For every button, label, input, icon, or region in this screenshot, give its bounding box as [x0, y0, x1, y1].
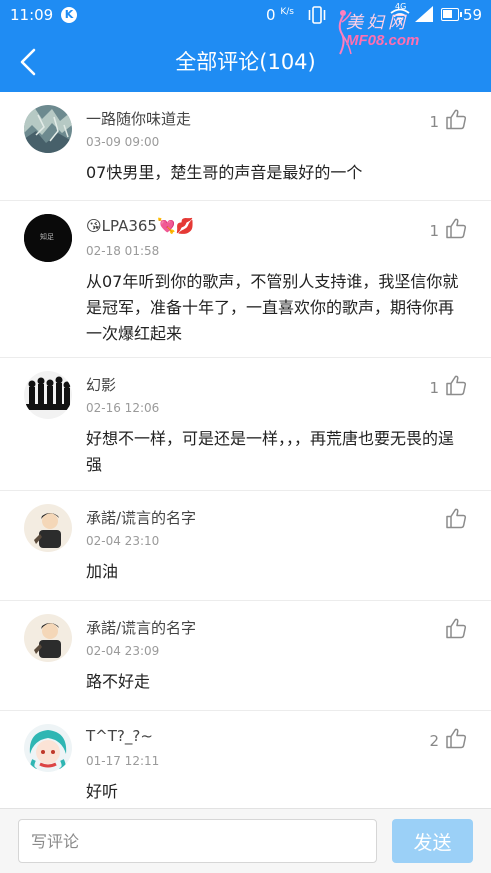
comment-time: 02-16 12:06: [86, 401, 160, 415]
watermark-cn: 美妇网: [346, 13, 409, 33]
textured-avatar-icon: [24, 105, 72, 153]
cartoon-person-avatar-icon: [24, 504, 72, 552]
username: 一路随你味道走: [86, 110, 192, 128]
comment-text: 好听: [86, 782, 119, 801]
net-speed: 0 K/s: [266, 6, 294, 24]
user-avatar[interactable]: [24, 105, 72, 153]
vibrate-icon: [308, 6, 326, 24]
comment-compose-bar: 发送: [0, 808, 491, 873]
thumbs-up-icon: [446, 109, 467, 130]
like-button[interactable]: 1: [429, 374, 467, 396]
thumbs-up-icon: [446, 375, 467, 396]
like-button[interactable]: 1: [429, 108, 467, 130]
comment-text: 加油: [86, 562, 119, 581]
comment-time: 02-04 23:09: [86, 644, 160, 658]
comment-text: 从07年听到你的歌声，不管别人支持谁，我坚信你就是冠军，准备十年了，一直喜欢你的…: [86, 272, 459, 343]
comment-item: 一路随你味道走 03-09 09:00 07快男里，楚生哥的声音是最好的一个 1: [0, 92, 491, 201]
comment-item: 承諾/谎言的名字 02-04 23:09 路不好走: [0, 601, 491, 711]
username: 承諾/谎言的名字: [86, 509, 197, 527]
thumbs-up-icon: [446, 618, 467, 639]
like-button[interactable]: [439, 507, 467, 529]
username: 承諾/谎言的名字: [86, 619, 197, 637]
like-count: 1: [429, 222, 439, 240]
comment-time: 02-04 23:10: [86, 534, 160, 548]
status-time: 11:09: [10, 6, 54, 24]
comment-text: 路不好走: [86, 672, 151, 691]
username: 😘LPA365💘💋: [86, 217, 195, 235]
crowd-silhouette-avatar-icon: [24, 371, 72, 419]
comment-item: 幻影 02-16 12:06 好想不一样，可是还是一样，，，再荒唐也要无畏的逞强…: [0, 358, 491, 491]
comment-time: 02-18 01:58: [86, 244, 160, 258]
like-button[interactable]: [439, 617, 467, 639]
comment-text: 07快男里，楚生哥的声音是最好的一个: [86, 163, 363, 182]
thumbs-up-icon: [446, 508, 467, 529]
emoji-suffix: 💘💋: [156, 217, 195, 235]
app-header: 11:09 K 0 K/s 4G 59 美妇网 MF08.com 全部评论(10…: [0, 0, 491, 92]
username: T^T?_?~: [86, 727, 153, 745]
comment-time: 01-17 12:11: [86, 754, 160, 768]
like-button[interactable]: 1: [429, 217, 467, 239]
page-title: 全部评论(104): [175, 50, 316, 74]
comment-item: 承諾/谎言的名字 02-04 23:10 加油: [0, 491, 491, 601]
comment-item: 知足 😘LPA365💘💋 02-18 01:58 从07年听到你的歌声，不管别人…: [0, 201, 491, 358]
thumbs-up-icon: [446, 728, 467, 749]
user-avatar[interactable]: [24, 724, 72, 772]
comment-item: T^T?_?~ 01-17 12:11 好听 2: [0, 711, 491, 808]
like-count: 1: [429, 113, 439, 131]
title-bar: 全部评论(104): [0, 32, 491, 92]
user-avatar[interactable]: [24, 614, 72, 662]
battery-level: 59: [463, 6, 483, 24]
user-avatar[interactable]: 知足: [24, 214, 72, 262]
avatar-caption: 知足: [40, 233, 54, 241]
thumbs-up-icon: [446, 218, 467, 239]
like-count: 2: [429, 732, 439, 750]
cartoon-person-avatar-icon: [24, 614, 72, 662]
k-app-icon: K: [61, 7, 77, 23]
username: 幻影: [86, 376, 117, 394]
anime-girl-avatar-icon: [24, 724, 72, 772]
comment-text: 好想不一样，可是还是一样，，，再荒唐也要无畏的逞强: [86, 429, 455, 474]
emoji-prefix: 😘: [86, 217, 102, 235]
comment-list[interactable]: 一路随你味道走 03-09 09:00 07快男里，楚生哥的声音是最好的一个 1…: [0, 92, 491, 808]
comment-time: 03-09 09:00: [86, 135, 160, 149]
comment-input[interactable]: [18, 819, 377, 863]
like-count: 1: [429, 379, 439, 397]
send-button[interactable]: 发送: [392, 819, 473, 863]
like-button[interactable]: 2: [429, 727, 467, 749]
user-avatar[interactable]: [24, 371, 72, 419]
user-avatar[interactable]: [24, 504, 72, 552]
